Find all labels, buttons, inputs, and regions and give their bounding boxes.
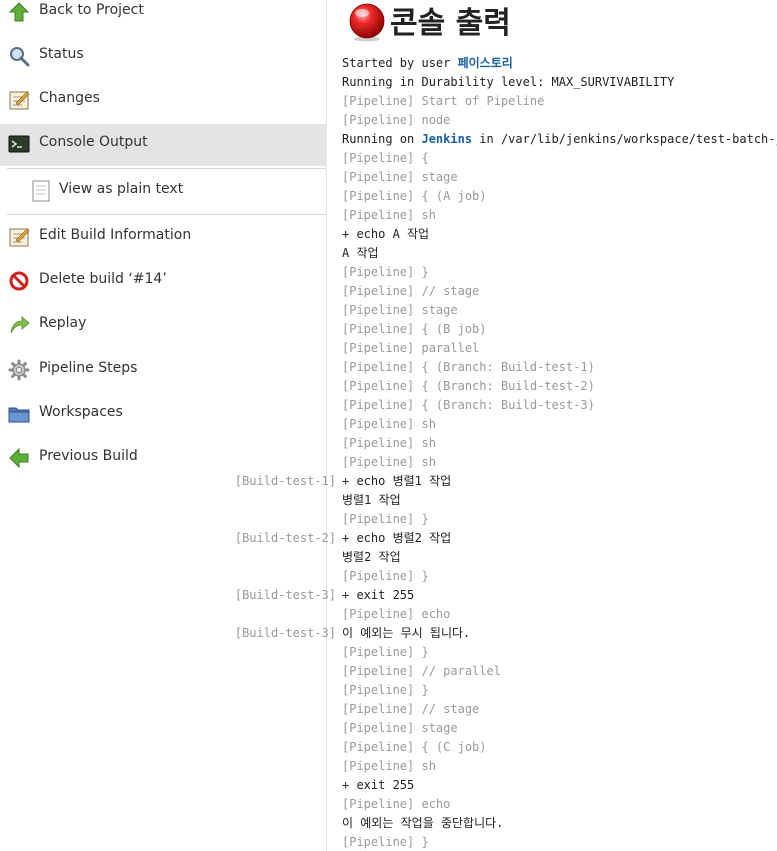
replay-arrow-icon xyxy=(8,314,30,336)
pipeline-line: [Pipeline] { (B job) xyxy=(342,322,487,336)
console-line: Running in Durability level: MAX_SURVIVA… xyxy=(342,75,675,89)
branch-tag: [Build-test-3] xyxy=(234,626,336,640)
sidebar-item-label: Console Output xyxy=(39,134,148,150)
pipeline-line: [Pipeline] { (Branch: Build-test-2) xyxy=(342,379,595,393)
sidebar-item-status[interactable]: Status xyxy=(0,36,326,78)
gear-icon xyxy=(8,359,30,381)
sidebar-item-delete-build[interactable]: Delete build ‘#14’ xyxy=(0,261,326,303)
pipeline-line: [Pipeline] // stage xyxy=(342,284,480,298)
pipeline-line: [Pipeline] stage xyxy=(342,170,458,184)
sidebar-item-label: Workspaces xyxy=(39,404,123,420)
sidebar-item-view-plain-text[interactable]: View as plain text xyxy=(0,171,326,213)
console-line: 이 예외는 작업을 중단합니다. xyxy=(342,816,504,830)
magnifier-icon xyxy=(8,45,30,67)
no-entry-icon xyxy=(8,270,30,292)
user-link[interactable]: 페이스토리 xyxy=(458,56,513,70)
pipeline-line: [Pipeline] } xyxy=(342,265,429,279)
console-line: + echo 병렬2 작업 xyxy=(342,531,452,545)
up-arrow-icon xyxy=(8,1,30,23)
console-text: Running on xyxy=(342,132,422,146)
sidebar-item-label: Changes xyxy=(39,90,100,106)
pipeline-line: [Pipeline] { (Branch: Build-test-1) xyxy=(342,360,595,374)
notepad-icon xyxy=(8,89,30,111)
console-text: Started by user xyxy=(342,56,458,70)
sidebar-item-changes[interactable]: Changes xyxy=(0,80,326,122)
sidebar-item-label: Replay xyxy=(39,315,87,331)
pipeline-line: [Pipeline] { (Branch: Build-test-3) xyxy=(342,398,595,412)
console-line: + echo 병렬1 작업 xyxy=(342,474,452,488)
page-title: 콘솔 출력 xyxy=(390,6,511,41)
node-link[interactable]: Jenkins xyxy=(421,132,472,146)
separator xyxy=(7,214,326,215)
pipeline-line: [Pipeline] node xyxy=(342,113,451,127)
branch-tag: [Build-test-2] xyxy=(234,531,336,545)
pipeline-line: [Pipeline] stage xyxy=(342,303,458,317)
pipeline-line: [Pipeline] { xyxy=(342,151,429,165)
pipeline-line: [Pipeline] sh xyxy=(342,417,436,431)
console-line: Running on Jenkins in /var/lib/jenkins/w… xyxy=(342,130,777,149)
pipeline-line: [Pipeline] } xyxy=(342,645,429,659)
sidebar-item-label: Edit Build Information xyxy=(39,227,192,243)
sidebar-item-label: Pipeline Steps xyxy=(39,360,138,376)
console-line: + echo A 작업 xyxy=(342,227,430,241)
pipeline-line: [Pipeline] sh xyxy=(342,455,436,469)
sidebar-item-label: Back to Project xyxy=(39,2,144,18)
console-line: 이 예외는 무시 됩니다. xyxy=(342,626,471,640)
sidebar-item-workspaces[interactable]: Workspaces xyxy=(0,394,326,436)
sidebar-item-pipeline-steps[interactable]: Pipeline Steps xyxy=(0,350,326,392)
pipeline-line: [Pipeline] { (A job) xyxy=(342,189,487,203)
console-text: in /var/lib/jenkins/workspace/test-batch… xyxy=(472,132,777,146)
sidebar-item-label: Status xyxy=(39,46,84,62)
console-line: + exit 255 xyxy=(342,778,415,792)
pipeline-line: [Pipeline] } xyxy=(342,683,429,697)
pipeline-line: [Pipeline] } xyxy=(342,512,429,526)
main-content: 콘솔 출력 Started by user 페이스토리 Running in D… xyxy=(327,0,777,851)
console-line: A 작업 xyxy=(342,246,379,260)
sidebar-item-console-output[interactable]: Console Output xyxy=(0,124,326,166)
pipeline-line: [Pipeline] { (C job) xyxy=(342,740,487,754)
sidebar-item-replay[interactable]: Replay xyxy=(0,305,326,347)
sidebar-item-back-to-project[interactable]: Back to Project xyxy=(0,0,326,34)
sidebar: Back to Project Status Changes Console O… xyxy=(0,0,327,851)
console-line: + exit 255 xyxy=(342,588,415,602)
notepad-edit-icon xyxy=(8,226,30,248)
sidebar-item-label: View as plain text xyxy=(59,181,184,197)
branch-tag: [Build-test-1] xyxy=(234,474,336,488)
console-line: 병렬1 작업 xyxy=(342,493,401,507)
pipeline-line: [Pipeline] // parallel xyxy=(342,664,501,678)
branch-tag: [Build-test-3] xyxy=(234,588,336,602)
console-line: 병렬2 작업 xyxy=(342,550,401,564)
folder-icon xyxy=(8,403,30,425)
pipeline-line: [Pipeline] } xyxy=(342,569,429,583)
pipeline-line: [Pipeline] // stage xyxy=(342,702,480,716)
pipeline-line: [Pipeline] echo xyxy=(342,607,451,621)
terminal-icon xyxy=(8,133,30,155)
sidebar-item-label: Previous Build xyxy=(39,448,138,464)
console-output: Started by user 페이스토리 Running in Durabil… xyxy=(342,54,777,851)
sidebar-item-edit-build-info[interactable]: Edit Build Information xyxy=(0,217,326,259)
pipeline-line: [Pipeline] sh xyxy=(342,436,436,450)
separator xyxy=(7,168,326,169)
pipeline-line: [Pipeline] } xyxy=(342,835,429,849)
pipeline-line: [Pipeline] Start of Pipeline xyxy=(342,94,545,108)
left-arrow-icon xyxy=(8,447,30,469)
pipeline-line: [Pipeline] sh xyxy=(342,208,436,222)
sidebar-item-label: Delete build ‘#14’ xyxy=(39,271,167,287)
pipeline-line: [Pipeline] parallel xyxy=(342,341,480,355)
pipeline-line: [Pipeline] echo xyxy=(342,797,451,811)
console-line: Started by user 페이스토리 xyxy=(342,54,777,73)
pipeline-line: [Pipeline] stage xyxy=(342,721,458,735)
pipeline-line: [Pipeline] sh xyxy=(342,759,436,773)
red-status-ball-icon xyxy=(347,2,387,46)
document-icon xyxy=(30,180,52,202)
